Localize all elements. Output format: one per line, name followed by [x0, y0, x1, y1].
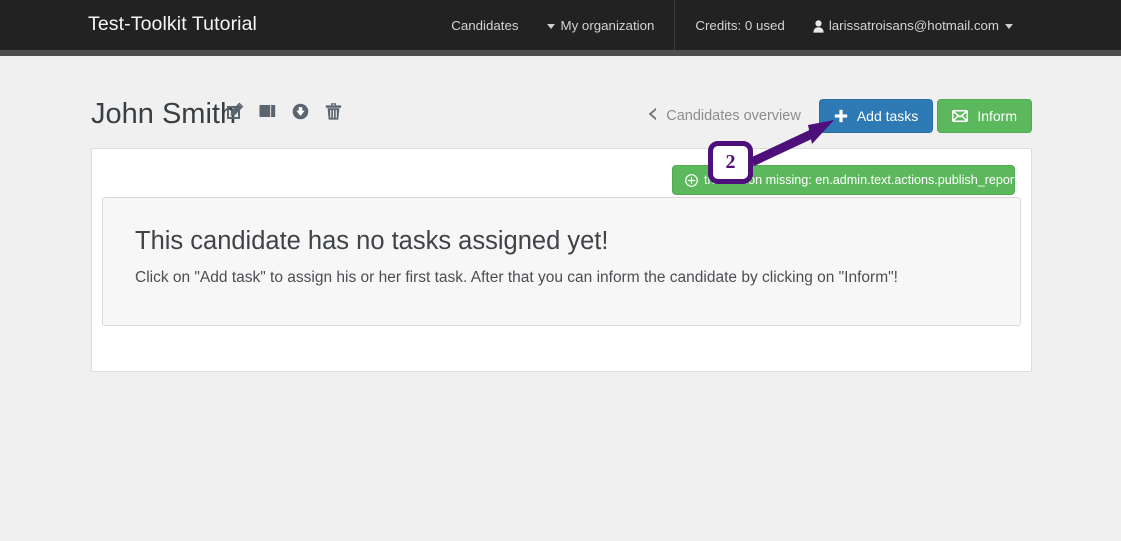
candidates-overview-label: Candidates overview [666, 108, 801, 124]
caret-down-icon [1005, 23, 1013, 29]
add-tasks-button[interactable]: Add tasks [818, 99, 934, 133]
top-navbar: Test-Toolkit Tutorial Candidates My orga… [0, 0, 1121, 56]
user-email-label: larissatroisans@hotmail.com [828, 17, 999, 33]
nav-item-user-menu[interactable]: larissatroisans@hotmail.com [799, 0, 1027, 50]
navbar-links: Candidates My organization Credits: 0 us… [451, 0, 1027, 50]
inform-button[interactable]: Inform [937, 99, 1032, 133]
empty-state-subtext: Click on "Add task" to assign his or her… [135, 269, 898, 286]
page-header: John Smith Candidates overview Add tasks… [91, 96, 1032, 142]
download-icon[interactable] [291, 102, 310, 121]
empty-state-heading: This candidate has no tasks assigned yet… [135, 227, 609, 255]
nav-item-my-organization-label: My organization [560, 17, 655, 33]
inform-label: Inform [977, 108, 1017, 124]
nav-item-credits[interactable]: Credits: 0 used [681, 0, 798, 50]
nav-item-candidates[interactable]: Candidates [451, 0, 532, 50]
edit-icon[interactable] [225, 102, 244, 121]
title-action-icons [225, 102, 343, 121]
credits-label: Credits: 0 used [695, 17, 785, 33]
user-icon [813, 19, 824, 33]
envelope-icon [952, 110, 969, 122]
copy-icon[interactable] [258, 102, 277, 121]
step-number-badge: 2 [708, 141, 753, 184]
caret-down-icon [546, 23, 555, 29]
add-tasks-label: Add tasks [856, 108, 919, 124]
plus-circle-icon [685, 173, 698, 187]
navbar-divider [674, 0, 676, 50]
trash-icon[interactable] [324, 102, 343, 121]
plus-icon [834, 109, 848, 123]
navbar-brand[interactable]: Test-Toolkit Tutorial [88, 13, 257, 36]
nav-item-my-organization[interactable]: My organization [533, 0, 669, 50]
page-title: John Smith [91, 98, 237, 130]
candidates-overview-link[interactable]: Candidates overview [648, 107, 801, 125]
empty-state-well: This candidate has no tasks assigned yet… [102, 197, 1021, 326]
page-header-actions: Candidates overview Add tasks Inform [648, 96, 1032, 136]
nav-item-candidates-label: Candidates [451, 17, 519, 33]
chevron-left-icon [648, 107, 657, 125]
